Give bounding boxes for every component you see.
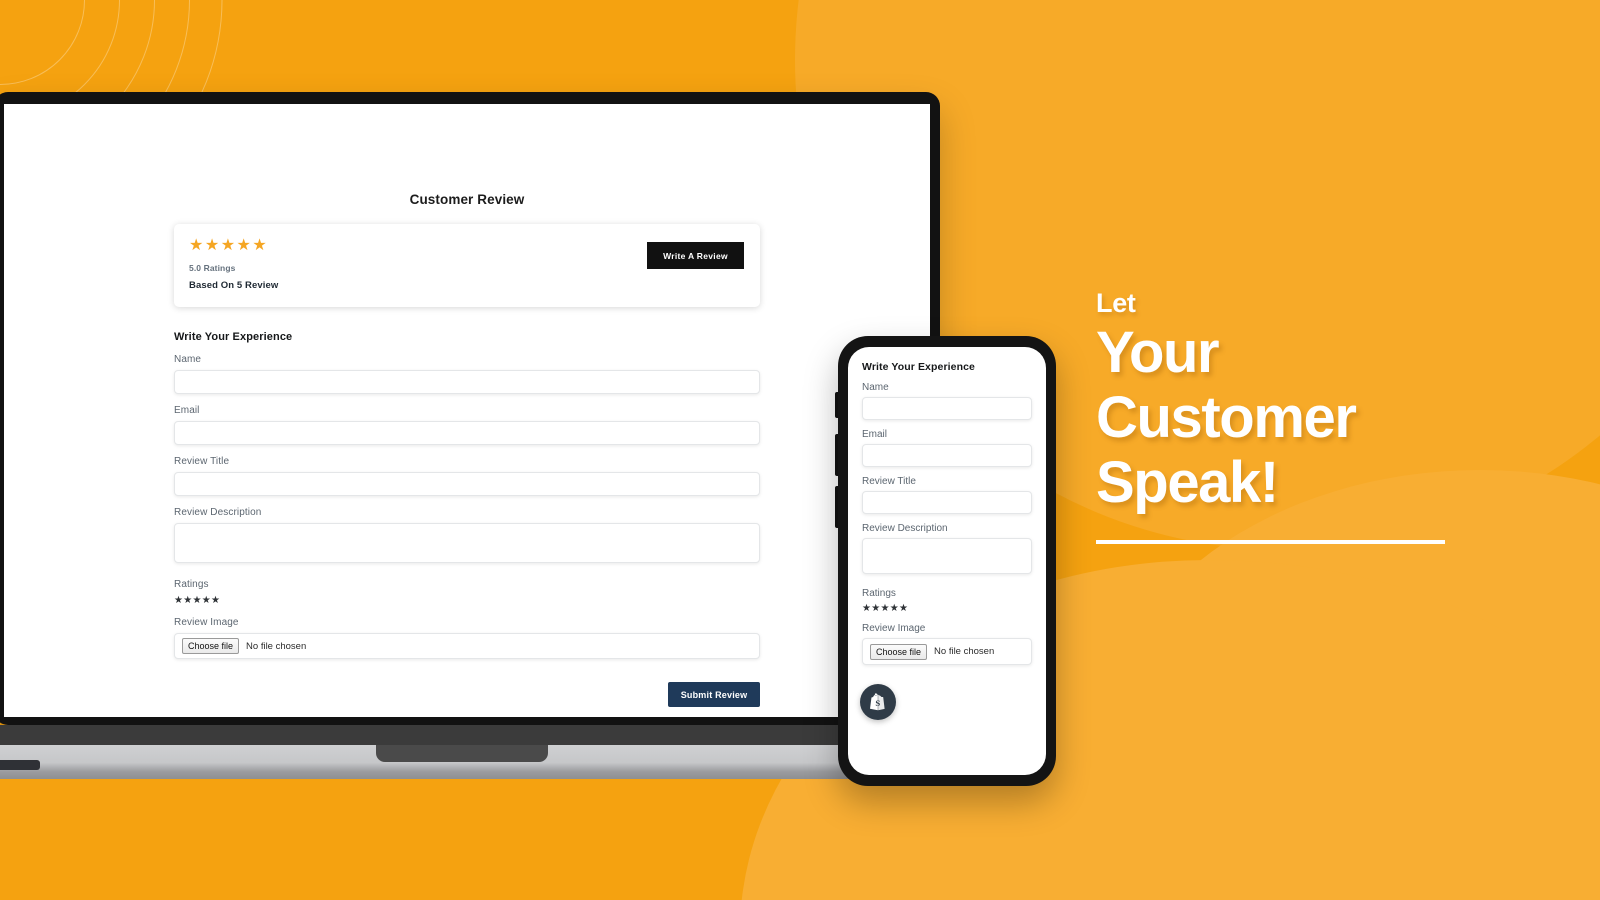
field-label-review-description: Review Description <box>174 507 262 518</box>
field-email: Email <box>174 405 760 445</box>
field-review-title: Review Title <box>174 456 760 496</box>
submit-row: Submit Review <box>174 682 760 707</box>
rating-summary-card: ★★★★★ 5.0 Ratings Based On 5 Review Writ… <box>174 224 760 307</box>
review-title-input[interactable] <box>174 472 760 496</box>
form-heading: Write Your Experience <box>174 331 293 343</box>
shopify-bag-icon[interactable]: S <box>860 684 896 720</box>
mobile-field-label-review-description: Review Description <box>862 523 948 534</box>
phone-button-volume-up[interactable] <box>835 434 838 476</box>
mobile-field-label-ratings: Ratings <box>862 588 896 599</box>
rating-average-text: 5.0 Ratings <box>189 263 236 273</box>
mobile-name-input[interactable] <box>862 397 1032 420</box>
laptop-foot <box>0 760 40 770</box>
laptop-screen-bezel: Customer Review ★★★★★ 5.0 Ratings Based … <box>0 92 940 725</box>
field-review-description: Review Description <box>174 507 760 568</box>
laptop-mockup: Customer Review ★★★★★ 5.0 Ratings Based … <box>0 92 954 779</box>
review-description-textarea[interactable] <box>174 523 760 563</box>
laptop-viewport: Customer Review ★★★★★ 5.0 Ratings Based … <box>4 104 930 717</box>
mobile-field-name: Name <box>862 382 1032 420</box>
hero-line-3: Customer <box>1096 384 1357 450</box>
mobile-field-ratings: Ratings ★★★★★ <box>862 588 1032 614</box>
mobile-field-label-review-image: Review Image <box>862 623 926 634</box>
mobile-form-heading: Write Your Experience <box>862 361 975 373</box>
promo-banner: Customer Review ★★★★★ 5.0 Ratings Based … <box>0 0 1600 900</box>
mobile-review-title-input[interactable] <box>862 491 1032 514</box>
laptop-hinge <box>0 725 940 745</box>
mobile-choose-file-button[interactable]: Choose file <box>870 643 928 660</box>
file-status-text: No file chosen <box>246 640 307 652</box>
phone-button-silent[interactable] <box>835 392 838 418</box>
laptop-trackpad-notch <box>376 745 548 762</box>
mobile-field-label-review-title: Review Title <box>862 476 916 487</box>
ratings-star-picker[interactable]: ★★★★★ <box>174 595 760 606</box>
svg-text:S: S <box>875 698 880 708</box>
field-name: Name <box>174 354 760 394</box>
hero-underline-rule <box>1096 540 1445 545</box>
write-a-review-button[interactable]: Write A Review <box>647 242 744 269</box>
review-image-file-input[interactable]: Choose file No file chosen <box>174 633 760 659</box>
rating-summary-left: ★★★★★ 5.0 Ratings Based On 5 Review <box>186 237 279 292</box>
mobile-email-input[interactable] <box>862 444 1032 467</box>
hero-line-2: Your <box>1096 320 1220 385</box>
field-label-review-image: Review Image <box>174 617 239 628</box>
submit-review-button[interactable]: Submit Review <box>668 682 760 707</box>
field-label-review-title: Review Title <box>174 456 230 467</box>
hero-line-1: Let <box>1096 288 1136 318</box>
mobile-file-status-text: No file chosen <box>934 646 995 657</box>
mobile-field-label-email: Email <box>862 429 888 440</box>
mobile-review-description-textarea[interactable] <box>862 538 1032 574</box>
laptop-base <box>0 745 954 779</box>
choose-file-button[interactable]: Choose file <box>182 638 240 654</box>
field-label-email: Email <box>174 405 200 416</box>
hero-line-4: Speak! <box>1096 449 1279 515</box>
phone-button-volume-down[interactable] <box>835 486 838 528</box>
page-title: Customer Review <box>409 192 525 207</box>
mobile-field-review-description: Review Description <box>862 523 1032 579</box>
name-input[interactable] <box>174 370 760 394</box>
mobile-ratings-star-picker[interactable]: ★★★★★ <box>862 603 1032 614</box>
field-label-name: Name <box>174 354 202 365</box>
mobile-review-image-file-input[interactable]: Choose file No file chosen <box>862 638 1032 665</box>
rating-stars: ★★★★★ <box>189 237 269 254</box>
rating-count-text: Based On 5 Review <box>189 280 279 291</box>
mobile-field-review-title: Review Title <box>862 476 1032 514</box>
hero-text-block: Let Your Customer Speak! <box>1096 288 1526 545</box>
field-label-ratings: Ratings <box>174 579 209 590</box>
desktop-review-page: Customer Review ★★★★★ 5.0 Ratings Based … <box>4 192 930 717</box>
mobile-field-label-name: Name <box>862 382 889 393</box>
mobile-field-email: Email <box>862 429 1032 467</box>
field-review-image: Review Image Choose file No file chosen <box>174 617 760 659</box>
mobile-field-review-image: Review Image Choose file No file chosen <box>862 623 1032 665</box>
field-ratings: Ratings ★★★★★ <box>174 579 760 606</box>
email-input[interactable] <box>174 421 760 445</box>
